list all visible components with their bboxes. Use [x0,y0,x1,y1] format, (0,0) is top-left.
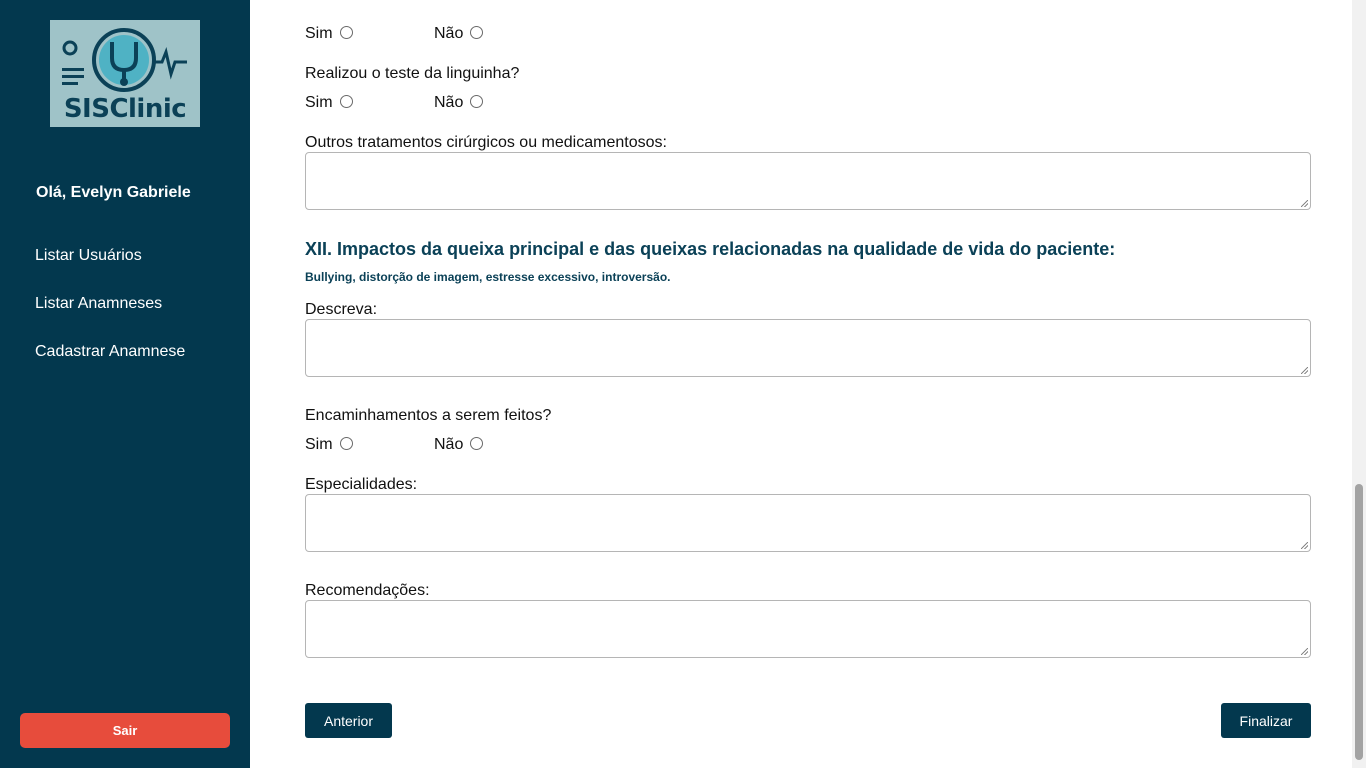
finish-button[interactable]: Finalizar [1221,703,1311,738]
radio-label: Não [434,94,464,111]
radio-group-top: Sim Não [305,25,705,45]
radio-button[interactable] [470,26,484,39]
stethoscope-icon [62,28,187,92]
radio-option-no[interactable]: Não [434,436,484,454]
specialties-textarea[interactable] [305,494,1311,552]
logout-button[interactable]: Sair [20,713,230,748]
radio-option-no[interactable]: Não [434,94,484,112]
radio-option-no[interactable]: Não [434,25,484,43]
describe-textarea[interactable] [305,319,1311,377]
radio-button[interactable] [339,95,353,108]
other-treatments-label: Outros tratamentos cirúrgicos ou medicam… [305,134,667,151]
radio-option-yes[interactable]: Sim [305,436,353,454]
sidebar: SISClinic Olá, Evelyn Gabriele Listar Us… [0,0,250,768]
main-content: Sim Não Realizou o teste da linguinha? S… [250,0,1352,768]
radio-group-referrals: Sim Não [305,436,705,456]
section-subtitle: Bullying, distorção de imagem, estresse … [305,270,671,284]
specialties-label: Especialidades: [305,476,418,493]
radio-group-tongue-test: Sim Não [305,94,705,114]
recommendations-textarea[interactable] [305,600,1311,658]
nav-item-list-anamneses[interactable]: Listar Anamneses [35,295,162,313]
radio-button[interactable] [470,95,484,108]
scrollbar[interactable] [1352,0,1366,768]
radio-option-yes[interactable]: Sim [305,25,353,43]
resize-handle[interactable] [1301,648,1308,655]
previous-button[interactable]: Anterior [305,703,392,738]
resize-handle[interactable] [1301,542,1308,549]
describe-label: Descreva: [305,301,378,318]
radio-option-yes[interactable]: Sim [305,94,353,112]
radio-label: Sim [305,25,333,42]
user-greeting: Olá, Evelyn Gabriele [36,184,191,201]
resize-handle[interactable] [1301,200,1308,207]
nav-item-register-anamnese[interactable]: Cadastrar Anamnese [35,343,185,361]
radio-label: Sim [305,94,333,111]
logo-text: SISClinic [63,94,187,124]
radio-button[interactable] [339,26,353,39]
radio-label: Sim [305,436,333,453]
tongue-test-question: Realizou o teste da linguinha? [305,65,520,82]
recommendations-label: Recomendações: [305,582,430,599]
section-title: XII. Impactos da queixa principal e das … [305,239,1116,259]
scrollbar-thumb[interactable] [1355,484,1363,760]
other-treatments-textarea[interactable] [305,152,1311,210]
resize-handle[interactable] [1301,367,1308,374]
radio-label: Não [434,436,464,453]
referrals-question: Encaminhamentos a serem feitos? [305,407,552,424]
logo: SISClinic [50,20,200,127]
nav-item-list-users[interactable]: Listar Usuários [35,247,142,265]
radio-button[interactable] [339,437,353,450]
radio-button[interactable] [470,437,484,450]
radio-label: Não [434,25,464,42]
